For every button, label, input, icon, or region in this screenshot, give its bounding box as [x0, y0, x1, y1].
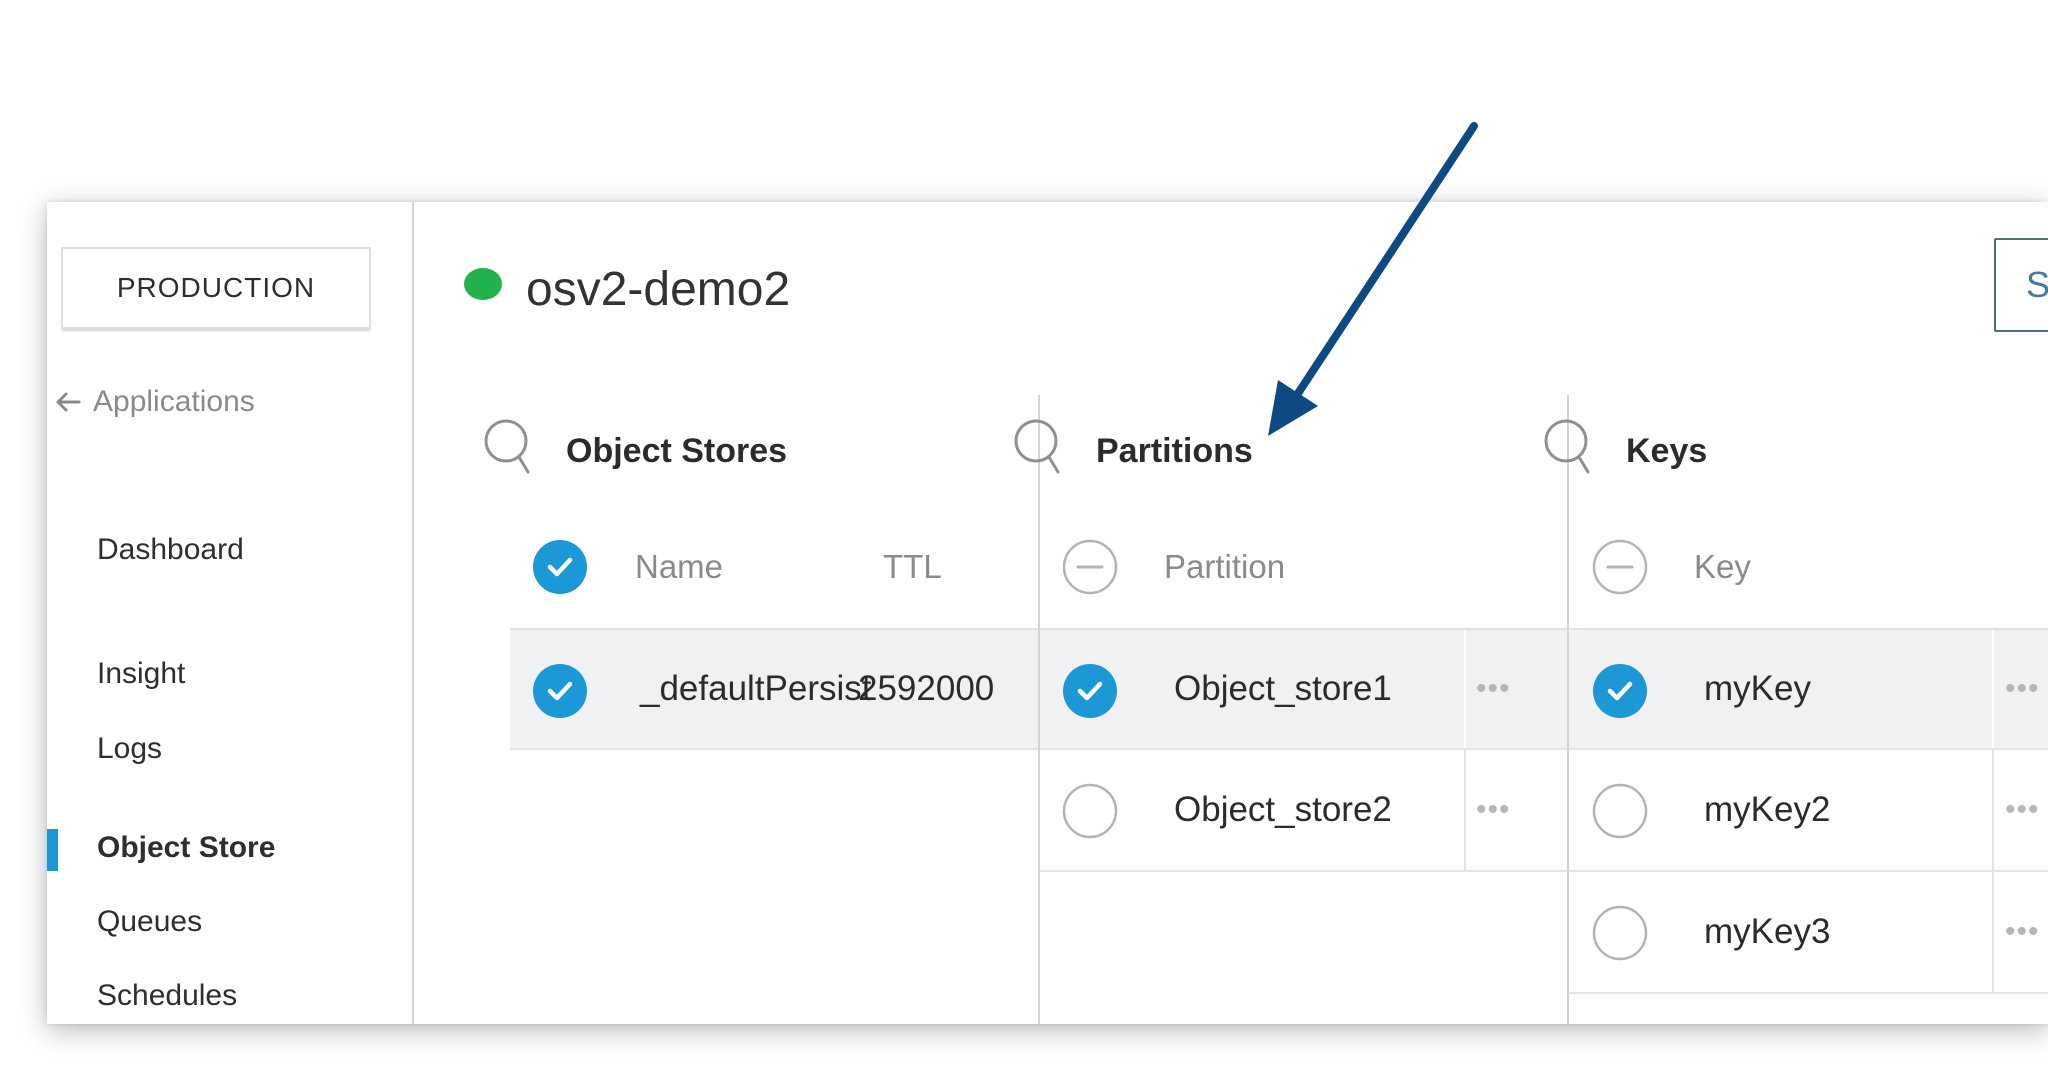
table-row[interactable]: Object_store2 ••• [1040, 750, 1567, 872]
column-header-ttl[interactable]: TTL [883, 532, 942, 602]
checkmark-circle-icon [532, 663, 588, 719]
select-all-checkbox[interactable] [532, 539, 588, 595]
active-indicator [47, 829, 58, 871]
more-horizontal-icon[interactable]: ••• [2005, 750, 2040, 870]
row-checkbox[interactable] [1062, 783, 1118, 839]
row-separator [1464, 630, 1466, 748]
keys-header: Keys [1542, 416, 1707, 486]
page-title: osv2-demo2 [526, 262, 791, 316]
main-content: osv2-demo2 Show Object Stores Name TTL [414, 202, 2048, 1024]
sidebar-item-logs[interactable]: Logs [97, 724, 162, 774]
table-row[interactable]: myKey2 ••• [1569, 750, 2048, 872]
table-row[interactable]: _defaultPersist 2592000 [510, 628, 1038, 750]
row-checkbox[interactable] [1592, 905, 1648, 961]
sidebar: PRODUCTION Applications Dashboard Insigh… [47, 202, 414, 1024]
table-row[interactable]: myKey ••• [1569, 628, 2048, 750]
empty-circle-icon [1062, 783, 1118, 839]
search-icon[interactable] [1012, 417, 1066, 486]
minus-circle-icon [1592, 539, 1648, 595]
sidebar-item-schedules[interactable]: Schedules [97, 971, 237, 1021]
keys-title: Keys [1626, 431, 1708, 470]
partition-name: Object_store2 [1174, 790, 1392, 829]
partition-name: Object_store1 [1174, 669, 1392, 708]
row-separator [1992, 872, 1994, 992]
search-icon[interactable] [1542, 417, 1596, 486]
deselect-all-checkbox[interactable] [1592, 539, 1648, 595]
row-checkbox[interactable] [1062, 663, 1118, 719]
sidebar-item-dashboard[interactable]: Dashboard [97, 525, 244, 575]
back-link-label: Applications [93, 385, 255, 418]
minus-circle-icon [1062, 539, 1118, 595]
status-indicator [464, 268, 502, 300]
row-separator [1992, 630, 1994, 748]
back-to-applications-link[interactable]: Applications [55, 377, 255, 427]
sidebar-item-object-store[interactable]: Object Store [97, 823, 275, 873]
key-name: myKey3 [1704, 912, 1831, 951]
column-header-partition[interactable]: Partition [1164, 532, 1285, 602]
app-window: PRODUCTION Applications Dashboard Insigh… [47, 202, 2048, 1024]
empty-circle-icon [1592, 783, 1648, 839]
more-horizontal-icon[interactable]: ••• [1476, 630, 1511, 748]
search-icon[interactable] [482, 417, 536, 486]
more-horizontal-icon[interactable]: ••• [2005, 630, 2040, 748]
checkmark-circle-icon [1062, 663, 1118, 719]
deselect-all-checkbox[interactable] [1062, 539, 1118, 595]
table-row[interactable]: Object_store1 ••• [1040, 628, 1567, 750]
row-checkbox[interactable] [1592, 783, 1648, 839]
more-horizontal-icon[interactable]: ••• [1476, 750, 1511, 870]
key-name: myKey2 [1704, 790, 1831, 829]
more-horizontal-icon[interactable]: ••• [2005, 872, 2040, 992]
arrow-left-icon [55, 391, 81, 413]
sidebar-item-queues[interactable]: Queues [97, 897, 202, 947]
checkmark-circle-icon [532, 539, 588, 595]
row-checkbox[interactable] [1592, 663, 1648, 719]
table-row[interactable]: myKey3 ••• [1569, 872, 2048, 994]
checkmark-circle-icon [1592, 663, 1648, 719]
column-header-name[interactable]: Name [635, 532, 723, 602]
row-separator [1992, 750, 1994, 870]
show-button[interactable]: Show [1994, 238, 2048, 332]
row-separator [1464, 750, 1466, 870]
environment-button[interactable]: PRODUCTION [61, 247, 371, 329]
empty-circle-icon [1592, 905, 1648, 961]
row-checkbox[interactable] [532, 663, 588, 719]
partitions-header: Partitions [1012, 416, 1253, 486]
object-stores-header: Object Stores [482, 416, 787, 486]
object-stores-title: Object Stores [566, 431, 788, 470]
partitions-title: Partitions [1096, 431, 1253, 470]
sidebar-item-insight[interactable]: Insight [97, 649, 185, 699]
column-header-key[interactable]: Key [1694, 532, 1751, 602]
key-name: myKey [1704, 669, 1811, 708]
object-store-ttl: 2592000 [858, 669, 995, 708]
object-store-name: _defaultPersist [640, 669, 872, 708]
